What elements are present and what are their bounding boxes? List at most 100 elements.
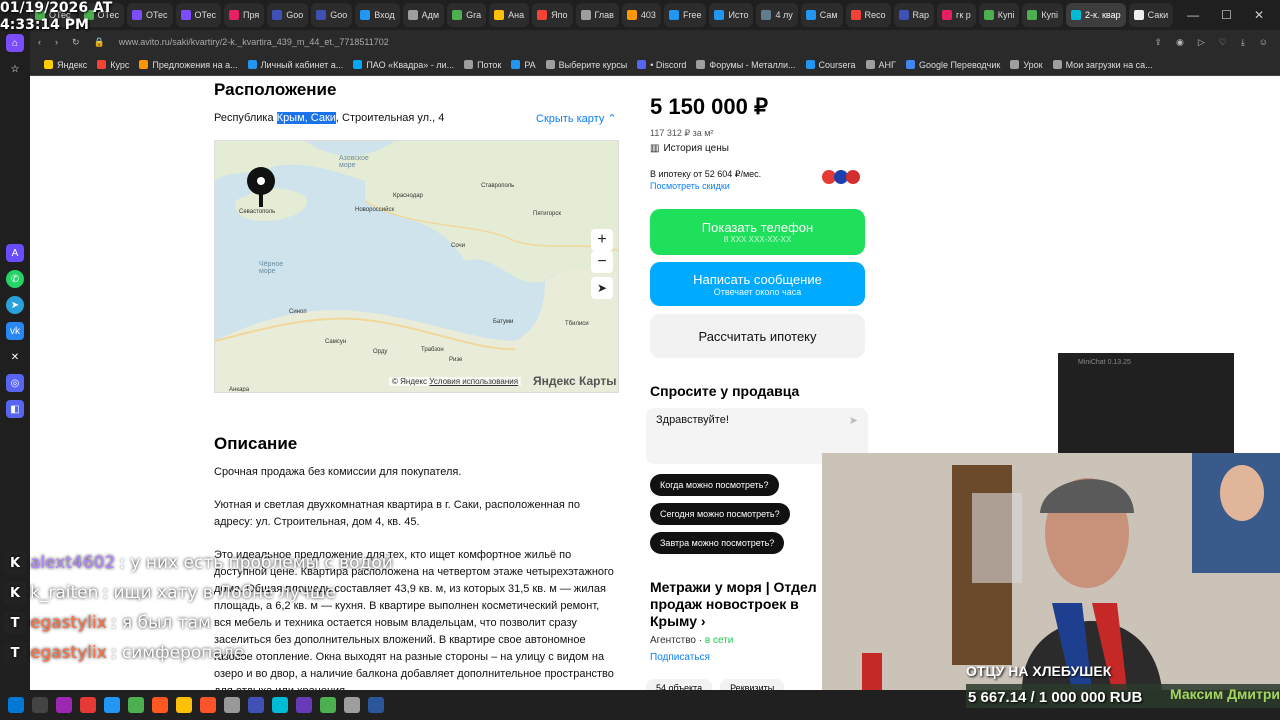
bookmark-item[interactable]: Выберите курсы bbox=[545, 60, 627, 70]
bookmark-item[interactable]: Мои загрузки на са... bbox=[1052, 60, 1153, 70]
bookmark-item[interactable]: Coursera bbox=[805, 60, 856, 70]
discord-icon[interactable]: ◎ bbox=[6, 374, 24, 392]
subscribe-link[interactable]: Подписаться bbox=[650, 652, 710, 663]
chart-icon: ▥ bbox=[650, 143, 660, 154]
yandex-browser-icon[interactable] bbox=[80, 697, 96, 713]
forward-icon[interactable]: › bbox=[55, 37, 58, 47]
browser-tab[interactable]: Пря bbox=[224, 3, 265, 27]
tab-favicon-icon bbox=[983, 10, 994, 20]
browser-tab[interactable]: гк р bbox=[937, 3, 976, 27]
maximize-icon[interactable]: ☐ bbox=[1221, 8, 1232, 22]
search-icon[interactable] bbox=[32, 697, 48, 713]
agency-title[interactable]: Метражи у моря | Отдел продаж новостроек… bbox=[650, 579, 830, 630]
bookmark-item[interactable]: • Discord bbox=[637, 60, 686, 70]
browser-tab[interactable]: Ана bbox=[489, 3, 530, 27]
yandex-map[interactable]: Азовское море Чёрное море Севастополь Но… bbox=[214, 140, 619, 393]
bookmark-item[interactable]: ПАО «Квадра» - ли... bbox=[353, 60, 454, 70]
chip-today-view[interactable]: Сегодня можно посмотреть? bbox=[650, 503, 790, 525]
price-history-link[interactable]: ▥ История цены bbox=[650, 143, 729, 154]
app-icon-7[interactable] bbox=[296, 697, 312, 713]
zoom-in-button[interactable]: + bbox=[591, 229, 613, 251]
reload-icon[interactable]: ↻ bbox=[72, 37, 80, 48]
browser-tab[interactable]: Вход bbox=[355, 3, 400, 27]
browser-tab[interactable]: Free bbox=[663, 3, 707, 27]
app-icon-1[interactable] bbox=[104, 697, 120, 713]
bookmark-item[interactable]: Google Переводчик bbox=[905, 60, 1000, 70]
hide-map-link[interactable]: Скрыть карту ⌃ bbox=[536, 112, 617, 125]
browser-tab[interactable]: ОТес bbox=[127, 3, 173, 27]
start-icon[interactable] bbox=[8, 697, 24, 713]
heart-icon[interactable]: ♡ bbox=[1219, 37, 1227, 48]
send-icon[interactable]: ➤ bbox=[849, 414, 858, 427]
map-terms-link[interactable]: Условия использования bbox=[429, 377, 518, 386]
app-icon-6[interactable] bbox=[272, 697, 288, 713]
browser-tab[interactable]: Купі bbox=[978, 3, 1020, 27]
bookmark-item[interactable]: Яндекс bbox=[44, 60, 87, 70]
chip-when-view[interactable]: Когда можно посмотреть? bbox=[650, 474, 779, 496]
vk-icon[interactable]: vk bbox=[6, 322, 24, 340]
app-icon-2[interactable] bbox=[128, 697, 144, 713]
write-message-button[interactable]: Написать сообщение Отвечает около часа bbox=[650, 262, 865, 306]
browser-tab[interactable]: 4 лу bbox=[756, 3, 798, 27]
share-icon[interactable]: ⇪ bbox=[1154, 37, 1162, 48]
browser-tab[interactable]: 403 bbox=[621, 3, 661, 27]
objects-count[interactable]: 54 объекта bbox=[646, 679, 713, 690]
bookmark-item[interactable]: Курс bbox=[97, 60, 129, 70]
app-icon-4[interactable] bbox=[224, 697, 240, 713]
app-icon-5[interactable] bbox=[248, 697, 264, 713]
brave-icon[interactable] bbox=[200, 697, 216, 713]
x-icon[interactable]: ✕ bbox=[6, 348, 24, 366]
home-icon[interactable]: ⌂ bbox=[6, 34, 24, 52]
browser-tab[interactable]: Адм bbox=[402, 3, 445, 27]
bookmark-item[interactable]: Предложения на а... bbox=[139, 60, 238, 70]
bookmark-item[interactable]: Урок bbox=[1010, 60, 1043, 70]
browser-tab[interactable]: Сам bbox=[800, 3, 843, 27]
bookmark-item[interactable]: PA bbox=[511, 60, 536, 70]
play-icon[interactable]: ▷ bbox=[1198, 37, 1205, 48]
browser-tab[interactable]: Reco bbox=[845, 3, 891, 27]
profile-icon[interactable]: ☺ bbox=[1259, 37, 1268, 47]
folder-icon[interactable] bbox=[176, 697, 192, 713]
url-input[interactable]: www.avito.ru/saki/kvartiry/2-k._kvartira… bbox=[119, 37, 389, 47]
browser-tab[interactable]: Rap bbox=[893, 3, 935, 27]
browser-tab[interactable]: 2-к. квар bbox=[1066, 3, 1126, 27]
calculate-mortgage-button[interactable]: Рассчитать ипотеку bbox=[650, 314, 865, 358]
bookmark-item[interactable]: Поток bbox=[464, 60, 501, 70]
back-icon[interactable]: ‹ bbox=[38, 37, 41, 47]
tab-label: Gra bbox=[466, 10, 482, 20]
zoom-out-button[interactable]: − bbox=[591, 251, 613, 273]
chip-tomorrow-view[interactable]: Завтра можно посмотреть? bbox=[650, 532, 785, 554]
browser-tab[interactable]: Gra bbox=[447, 3, 487, 27]
bookmark-item[interactable]: Личный кабинет а... bbox=[247, 60, 343, 70]
close-icon[interactable]: ✕ bbox=[1254, 8, 1264, 22]
browser-tab[interactable]: Исто bbox=[709, 3, 754, 27]
app-icon-3[interactable] bbox=[152, 697, 168, 713]
browser-tab[interactable]: Глав bbox=[575, 3, 619, 27]
mortgage-link[interactable]: Посмотреть скидки bbox=[650, 181, 730, 191]
whatsapp-icon[interactable]: ✆ bbox=[6, 270, 24, 288]
app-icon-8[interactable] bbox=[320, 697, 336, 713]
bookmark-item[interactable]: АНГ bbox=[865, 60, 896, 70]
telegram-icon[interactable]: ➤ bbox=[6, 296, 24, 314]
map-pin-icon[interactable] bbox=[247, 167, 275, 207]
download-icon[interactable]: ⤓ bbox=[1241, 37, 1245, 48]
requisites[interactable]: Реквизиты bbox=[720, 679, 785, 690]
camera-icon[interactable]: ◉ bbox=[1176, 37, 1184, 48]
aria-icon[interactable]: A bbox=[6, 244, 24, 262]
bookmark-item[interactable]: Форумы - Металли... bbox=[696, 60, 796, 70]
browser-tab[interactable]: Goo bbox=[267, 3, 309, 27]
minimize-icon[interactable]: — bbox=[1187, 8, 1199, 22]
star-icon[interactable]: ☆ bbox=[6, 60, 24, 78]
browser-tab[interactable]: Саки bbox=[1128, 3, 1174, 27]
show-phone-button[interactable]: Показать телефон 8 XXX XXX-XX-XX bbox=[650, 209, 865, 255]
browser-tab[interactable]: Япо bbox=[532, 3, 573, 27]
browser-tab[interactable]: Купі bbox=[1022, 3, 1064, 27]
browser-tab[interactable]: Goo bbox=[311, 3, 353, 27]
city-ankara: Анкара bbox=[229, 387, 250, 393]
premiere-icon[interactable] bbox=[56, 697, 72, 713]
word-icon[interactable] bbox=[368, 697, 384, 713]
assistant-icon[interactable]: ◧ bbox=[6, 400, 24, 418]
browser-tab[interactable]: ОТес bbox=[175, 3, 221, 27]
geolocation-icon[interactable]: ➤ bbox=[591, 277, 613, 299]
steam-icon[interactable] bbox=[344, 697, 360, 713]
